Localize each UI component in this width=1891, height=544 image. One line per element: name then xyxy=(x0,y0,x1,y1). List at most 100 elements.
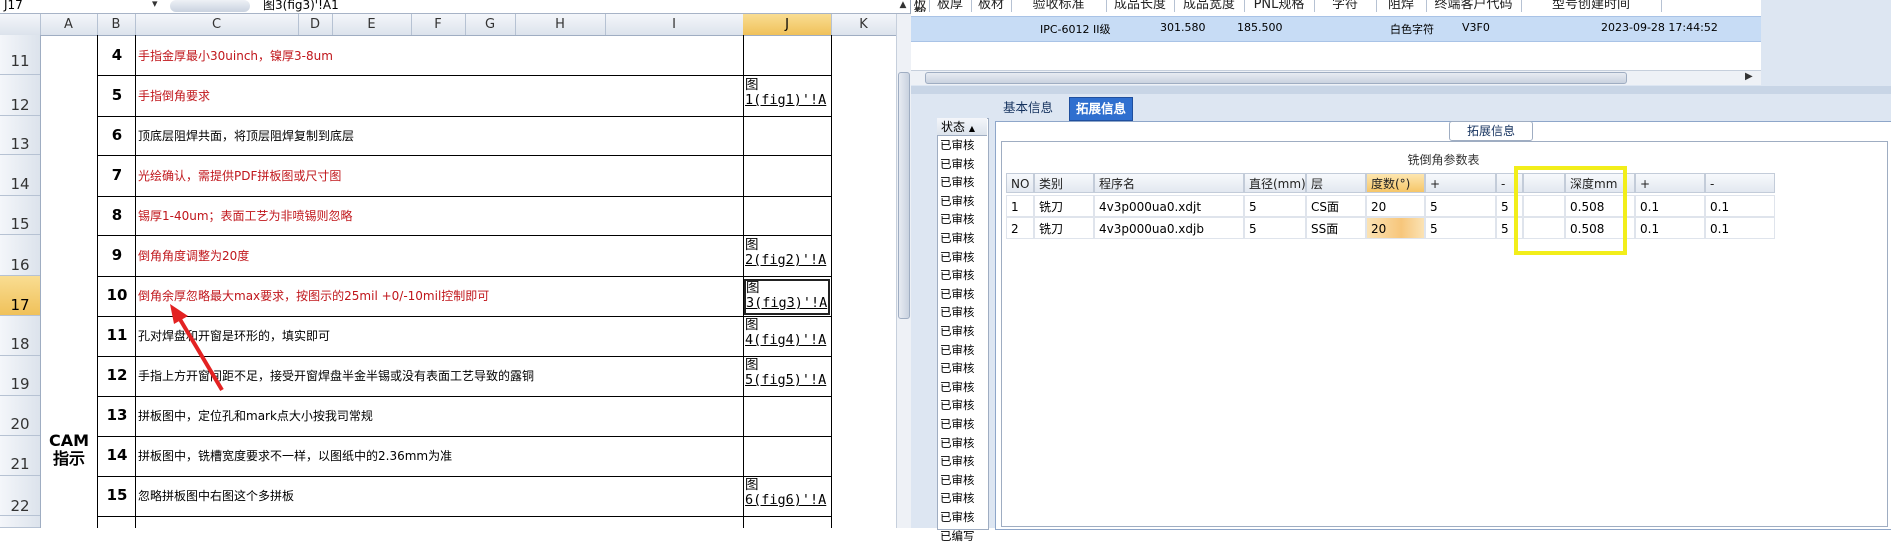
row-header[interactable]: 18 xyxy=(0,316,40,356)
param-cell[interactable]: 铣刀 xyxy=(1034,195,1094,217)
grid-header-thickness[interactable]: 板厚 xyxy=(929,0,972,12)
item-text[interactable]: 手指倒角要求 xyxy=(138,87,210,104)
item-number[interactable]: 5 xyxy=(99,86,135,104)
figure-link-cell[interactable]: 图 6(fig6)'!A xyxy=(745,478,829,508)
status-item[interactable]: 已审核 xyxy=(940,490,975,506)
item-number[interactable]: 7 xyxy=(99,166,135,184)
status-item[interactable]: 已审核 xyxy=(940,360,975,376)
tab-extended-info[interactable]: 拓展信息 xyxy=(1069,97,1134,121)
row-header[interactable]: 15 xyxy=(0,196,40,235)
grid-header-silkscreen[interactable]: 字符 xyxy=(1314,0,1377,12)
param-cell[interactable]: CS面 xyxy=(1306,195,1366,217)
param-cell[interactable]: 0.1 xyxy=(1635,195,1705,217)
item-text[interactable]: 锡厚1-40um；表面工艺为非喷锡则忽略 xyxy=(138,207,353,224)
cam-instruction-label[interactable]: CAM 指示 xyxy=(44,432,94,468)
status-item[interactable]: 已审核 xyxy=(940,509,975,525)
grid-header-acceptance[interactable]: 验收标准 xyxy=(1011,0,1107,12)
param-header-depth-plus[interactable]: + xyxy=(1635,173,1705,193)
status-item[interactable]: 已审核 xyxy=(940,342,975,358)
row-header[interactable]: 20 xyxy=(0,396,40,436)
param-cell[interactable]: 2 xyxy=(1006,217,1034,239)
status-item[interactable]: 已审核 xyxy=(940,249,975,265)
status-item[interactable]: 已审核 xyxy=(940,174,975,190)
param-header-diameter[interactable]: 直径(mm) xyxy=(1244,173,1306,193)
row-header[interactable]: 21 xyxy=(0,436,40,476)
param-cell[interactable]: 铣刀 xyxy=(1034,217,1094,239)
item-number[interactable]: 10 xyxy=(99,286,135,304)
row-header[interactable]: 12 xyxy=(0,75,40,116)
param-cell[interactable]: 5 xyxy=(1244,217,1306,239)
panel-splitter[interactable] xyxy=(911,86,1891,94)
status-item[interactable]: 已审核 xyxy=(940,193,975,209)
row-header[interactable]: 11 xyxy=(0,35,40,75)
param-cell[interactable]: 1 xyxy=(1006,195,1034,217)
param-header-program[interactable]: 程序名 xyxy=(1094,173,1244,193)
column-header-d[interactable]: D xyxy=(298,14,333,35)
column-header-g[interactable]: G xyxy=(465,14,516,35)
status-item[interactable]: 已审核 xyxy=(940,379,975,395)
horizontal-scroll-thumb[interactable] xyxy=(925,72,1627,84)
status-item[interactable]: 已审核 xyxy=(940,397,975,413)
item-number[interactable]: 14 xyxy=(99,446,135,464)
param-cell[interactable]: 4v3p000ua0.xdjt xyxy=(1094,195,1244,217)
name-box-dropdown-icon[interactable]: ▾ xyxy=(152,0,158,9)
grid-header-pnl-spec[interactable]: PNL规格 xyxy=(1244,0,1315,12)
row-header[interactable]: 16 xyxy=(0,235,40,276)
status-item[interactable]: 已审核 xyxy=(940,304,975,320)
grid-header-width[interactable]: 成品宽度 xyxy=(1174,0,1245,12)
status-item[interactable]: 已审核 xyxy=(940,453,975,469)
item-text[interactable]: 手指金厚最小30uinch，镍厚3-8um xyxy=(138,47,333,64)
status-item[interactable]: 已审核 xyxy=(940,211,975,227)
row-header[interactable]: 19 xyxy=(0,356,40,396)
param-cell[interactable]: 5 xyxy=(1244,195,1306,217)
param-header-layer[interactable]: 层 xyxy=(1306,173,1366,193)
grid-header-customer-code[interactable]: 终端客户代码 xyxy=(1426,0,1522,12)
row-header[interactable] xyxy=(0,516,40,528)
grid-header-created-time[interactable]: 型号创建时间 xyxy=(1521,0,1662,12)
row-header[interactable]: 22 xyxy=(0,476,40,516)
item-text[interactable]: 光绘确认，需提供PDF拼板图或尺寸图 xyxy=(138,167,341,184)
status-item[interactable]: 已审核 xyxy=(940,286,975,302)
status-column-header[interactable]: 状态 ▲ xyxy=(937,118,987,136)
grid-header-material[interactable]: 板材 xyxy=(971,0,1012,12)
tab-basic-info[interactable]: 基本信息 xyxy=(997,97,1059,119)
status-item[interactable]: 已审核 xyxy=(940,435,975,451)
status-item[interactable]: 已审核 xyxy=(940,230,975,246)
column-header-a[interactable]: A xyxy=(40,14,98,35)
item-number[interactable]: 6 xyxy=(99,126,135,144)
row-header[interactable]: 14 xyxy=(0,155,40,196)
status-item[interactable]: 已编写 xyxy=(940,528,975,544)
scroll-up-arrow-icon[interactable]: ▲ xyxy=(898,0,908,10)
row-header[interactable]: 17 xyxy=(0,276,40,316)
selected-figure-link-cell[interactable]: 图 3(fig3)'!A xyxy=(744,279,830,315)
param-header-no[interactable]: NO xyxy=(1006,173,1034,193)
item-number[interactable]: 15 xyxy=(99,486,135,504)
param-cell[interactable]: 4v3p000ua0.xdjb xyxy=(1094,217,1244,239)
column-header-b[interactable]: B xyxy=(97,14,136,35)
param-cell[interactable]: 0.1 xyxy=(1705,217,1775,239)
item-number[interactable]: 13 xyxy=(99,406,135,424)
status-item[interactable]: 已审核 xyxy=(940,156,975,172)
item-text[interactable]: 顶底层阻焊共面，将顶层阻焊复制到底层 xyxy=(138,127,354,144)
param-cell[interactable]: 5 xyxy=(1425,195,1496,217)
column-header-i[interactable]: I xyxy=(605,14,744,35)
grid-header-length[interactable]: 成品长度 xyxy=(1106,0,1175,12)
status-item[interactable]: 已审核 xyxy=(940,472,975,488)
item-number[interactable]: 12 xyxy=(99,366,135,384)
figure-link-cell[interactable]: 图 4(fig4)'!A xyxy=(745,318,829,348)
param-cell[interactable]: 0.1 xyxy=(1635,217,1705,239)
param-cell[interactable]: 0.1 xyxy=(1705,195,1775,217)
column-header-c[interactable]: C xyxy=(135,14,299,35)
item-text[interactable]: 倒角角度调整为20度 xyxy=(138,247,249,264)
grid-header-soldermask[interactable]: 阻焊 xyxy=(1376,0,1427,12)
name-box[interactable]: J17 xyxy=(4,0,154,11)
param-header-degree[interactable]: 度数(°) xyxy=(1366,173,1425,193)
item-number[interactable]: 4 xyxy=(99,46,135,64)
column-header-h[interactable]: H xyxy=(515,14,606,35)
item-text[interactable]: 拼板图中，铣槽宽度要求不一样，以图纸中的2.36mm为准 xyxy=(138,447,452,464)
figure-link-cell[interactable]: 图 2(fig2)'!A xyxy=(745,238,829,268)
status-item[interactable]: 已审核 xyxy=(940,416,975,432)
item-text[interactable]: 拼板图中，定位孔和mark点大小按我司常规 xyxy=(138,407,373,424)
param-header-plus[interactable]: + xyxy=(1425,173,1496,193)
vertical-scroll-thumb[interactable] xyxy=(898,72,910,319)
